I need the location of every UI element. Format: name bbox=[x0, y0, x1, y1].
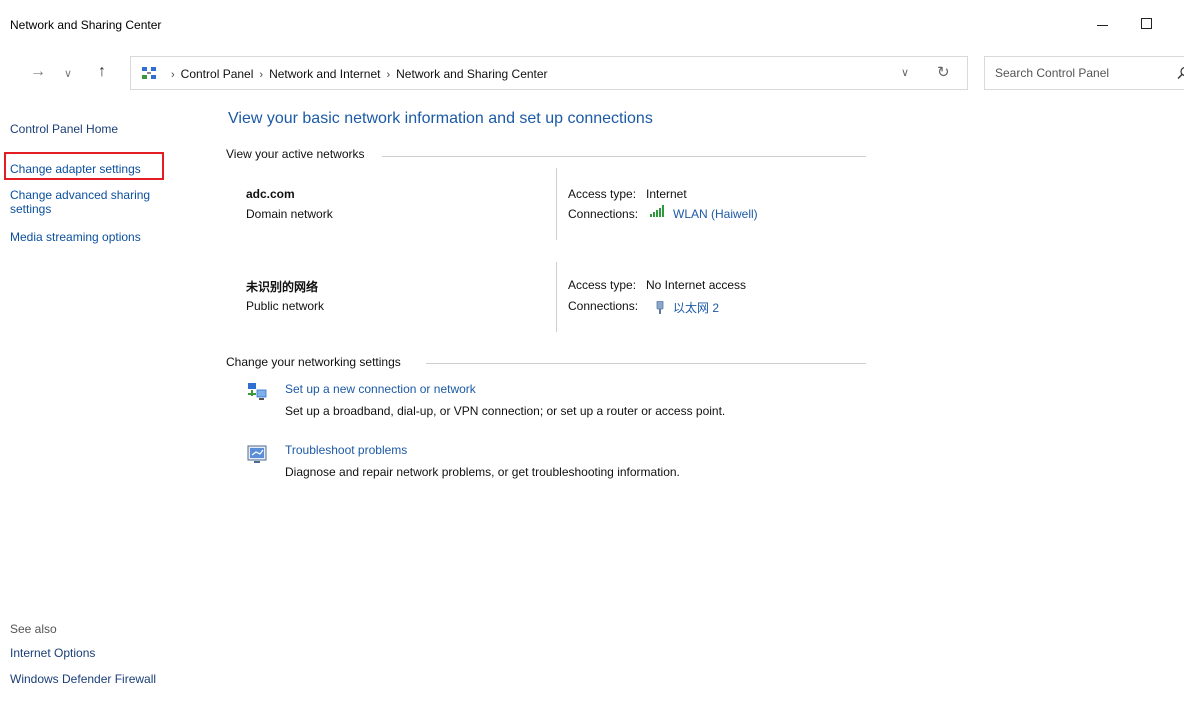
search-box[interactable] bbox=[984, 56, 1184, 90]
connection-link-wlan[interactable]: WLAN (Haiwell) bbox=[673, 207, 758, 221]
navigation-bar: → ∨ ↑ › Control Panel › Network and Interne… bbox=[0, 56, 1184, 90]
section-divider bbox=[426, 363, 866, 364]
access-type-value: No Internet access bbox=[646, 278, 747, 292]
up-arrow-icon[interactable]: ↑ bbox=[98, 64, 106, 80]
connection-link-ethernet[interactable]: 以太网 2 bbox=[673, 299, 719, 316]
network-divider bbox=[556, 262, 557, 332]
left-pane: Control Panel Home Change adapter settin… bbox=[0, 100, 200, 706]
section-divider bbox=[382, 156, 866, 157]
active-networks-heading: View your active networks bbox=[226, 147, 365, 161]
breadcrumb-separator-icon: › bbox=[386, 69, 391, 81]
network-center-icon bbox=[142, 67, 156, 79]
page-title: View your basic network information and … bbox=[228, 110, 653, 127]
minimize-button[interactable] bbox=[1092, 14, 1112, 34]
ethernet-icon bbox=[656, 301, 664, 314]
setup-connection-description: Set up a broadband, dial-up, or VPN conn… bbox=[285, 404, 726, 418]
network-divider bbox=[556, 168, 557, 240]
search-input[interactable] bbox=[993, 65, 1167, 81]
troubleshoot-link[interactable]: Troubleshoot problems bbox=[285, 443, 407, 457]
see-also-label: See also bbox=[10, 622, 57, 636]
breadcrumb-separator-icon: › bbox=[171, 69, 175, 81]
new-connection-icon bbox=[248, 383, 267, 400]
search-icon[interactable] bbox=[1177, 66, 1184, 80]
access-type-label: Access type: bbox=[568, 187, 637, 201]
refresh-icon[interactable]: ↻ bbox=[937, 63, 950, 81]
network-type: Domain network bbox=[246, 207, 333, 221]
address-bar[interactable]: › Control Panel › Network and Internet › Netw… bbox=[130, 56, 968, 90]
breadcrumb: › Control Panel › Network and Internet › Netw… bbox=[165, 67, 548, 81]
breadcrumb-network-internet[interactable]: Network and Internet bbox=[269, 67, 380, 81]
troubleshoot-icon bbox=[247, 445, 267, 463]
window-title: Network and Sharing Center bbox=[10, 18, 162, 32]
address-dropdown-icon[interactable]: ∨ bbox=[901, 66, 909, 79]
breadcrumb-network-sharing-center[interactable]: Network and Sharing Center bbox=[396, 67, 547, 81]
breadcrumb-separator-icon: › bbox=[259, 69, 264, 81]
network-name: 未识别的网络 bbox=[246, 280, 319, 294]
wifi-signal-icon bbox=[650, 205, 664, 217]
network-name: adc.com bbox=[246, 187, 295, 201]
access-type-label: Access type: bbox=[568, 278, 637, 292]
sidebar-link-internet-options[interactable]: Internet Options bbox=[10, 646, 95, 660]
recent-locations-chevron-icon[interactable]: ∨ bbox=[64, 66, 72, 82]
setup-connection-link[interactable]: Set up a new connection or network bbox=[285, 382, 476, 396]
network-type: Public network bbox=[246, 299, 325, 313]
connections-label: Connections: bbox=[568, 299, 639, 313]
title-bar: Network and Sharing Center bbox=[0, 0, 1184, 42]
sidebar-link-change-adapter-settings[interactable]: Change adapter settings bbox=[10, 162, 141, 176]
forward-arrow-icon[interactable]: → bbox=[30, 64, 46, 80]
breadcrumb-control-panel[interactable]: Control Panel bbox=[181, 67, 254, 81]
change-settings-heading: Change your networking settings bbox=[226, 355, 401, 369]
sidebar-link-control-panel-home[interactable]: Control Panel Home bbox=[10, 122, 118, 136]
connections-label: Connections: bbox=[568, 207, 639, 221]
sidebar-link-change-advanced-sharing[interactable]: Change advanced sharing settings bbox=[10, 188, 170, 216]
sidebar-link-windows-firewall[interactable]: Windows Defender Firewall bbox=[10, 672, 156, 686]
sidebar-link-media-streaming[interactable]: Media streaming options bbox=[10, 230, 141, 244]
access-type-value: Internet bbox=[646, 187, 687, 201]
maximize-button[interactable] bbox=[1136, 14, 1156, 34]
troubleshoot-description: Diagnose and repair network problems, or… bbox=[285, 465, 680, 479]
